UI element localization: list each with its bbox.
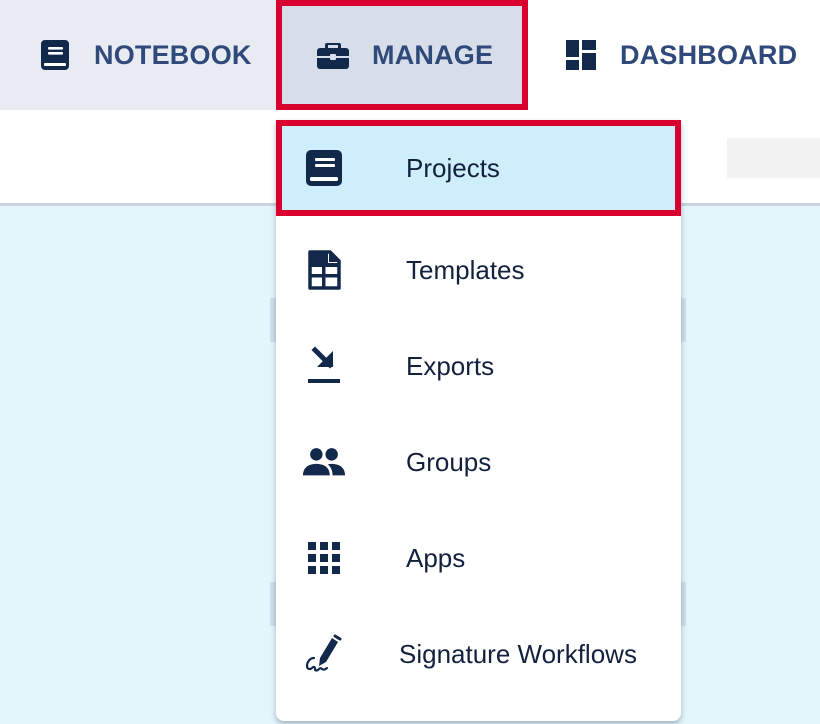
- group-icon: [302, 440, 346, 484]
- menu-item-label: Apps: [406, 542, 466, 573]
- menu-item-label: Signature Workflows: [399, 638, 637, 669]
- menu-item-signature-workflows[interactable]: Signature Workflows: [276, 606, 681, 702]
- briefcase-icon: [316, 38, 350, 72]
- tab-manage-label: MANAGE: [372, 39, 494, 70]
- template-icon: [302, 248, 346, 292]
- manage-dropdown-menu: Projects Templates Exports Groups Apps S…: [276, 120, 681, 721]
- menu-item-label: Groups: [406, 446, 492, 477]
- tab-dashboard-label: DASHBOARD: [620, 39, 798, 70]
- dashboard-icon: [564, 38, 598, 72]
- book-icon: [302, 146, 346, 190]
- tab-notebook-label: NOTEBOOK: [94, 39, 252, 70]
- menu-item-exports[interactable]: Exports: [276, 318, 681, 414]
- top-navigation-bar: NOTEBOOK MANAGE DASHBOARD: [0, 0, 820, 110]
- tab-notebook[interactable]: NOTEBOOK: [0, 0, 276, 110]
- tab-dashboard[interactable]: DASHBOARD: [530, 0, 820, 110]
- notebook-icon: [38, 38, 72, 72]
- apps-grid-icon: [302, 536, 346, 580]
- menu-item-label: Exports: [406, 350, 495, 381]
- menu-item-projects[interactable]: Projects: [276, 120, 681, 216]
- tab-manage[interactable]: MANAGE: [276, 0, 528, 110]
- menu-item-label: Projects: [406, 152, 500, 183]
- toolbar-field[interactable]: [727, 138, 820, 178]
- export-icon: [302, 344, 346, 388]
- menu-item-label: Templates: [406, 254, 525, 285]
- signature-icon: [302, 632, 346, 676]
- menu-item-templates[interactable]: Templates: [276, 222, 681, 318]
- menu-item-apps[interactable]: Apps: [276, 510, 681, 606]
- menu-item-groups[interactable]: Groups: [276, 414, 681, 510]
